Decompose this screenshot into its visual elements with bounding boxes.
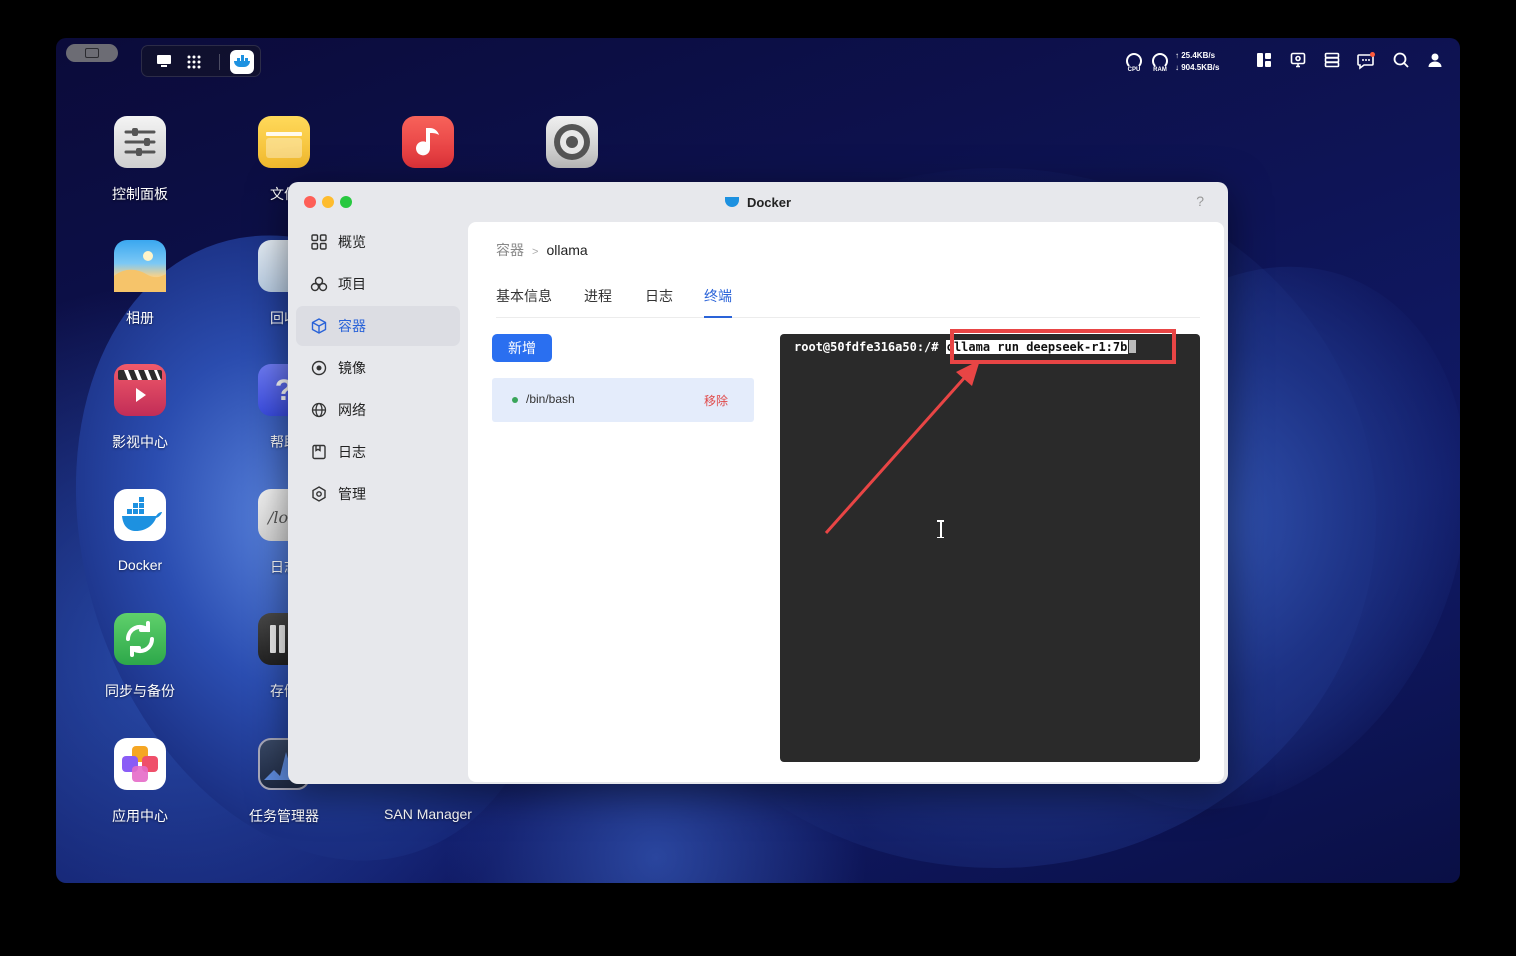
cpu-gauge-icon[interactable]: CPU [1124,52,1144,73]
terminal-prompt: root@50fdfe316a50:/# [794,340,939,354]
server-icon[interactable] [1323,52,1341,70]
help-button[interactable]: ? [1196,193,1204,209]
breadcrumb-separator: > [532,246,539,258]
message-icon[interactable] [1357,52,1375,70]
terminal-panel[interactable]: root@50fdfe316a50:/# ollama run deepseek… [780,334,1200,762]
desktop-icon[interactable] [156,54,172,72]
desktop-icon-label: 同步与备份 [105,683,175,699]
taskbar-group [141,45,261,77]
sidebar-item-label: 概览 [338,234,366,250]
desktop-icon-music[interactable] [373,116,483,168]
cpu-label: CPU [1127,67,1141,73]
desktop-icon-label: SAN Manager [384,806,472,822]
docker-whale-icon [234,55,250,67]
sidebar-item-network[interactable]: 网络 [296,390,460,430]
clapperboard-icon [114,364,166,416]
sidebar-item-logs[interactable]: 日志 [296,432,460,472]
tab-terminal[interactable]: 终端 [704,286,732,318]
photo-icon [114,240,166,292]
docker-whale-icon [114,489,166,541]
terminal-command: ollama run deepseek-r1:7b [945,340,1129,354]
sidebar-item-management[interactable]: 管理 [296,474,460,514]
divider [219,54,220,70]
new-session-button[interactable]: 新增 [492,334,552,362]
breadcrumb-current: ollama [546,242,588,258]
download-speed: ↓ 904.5KB/s [1175,63,1220,72]
sidebar-item-images[interactable]: 镜像 [296,348,460,388]
tab-logs[interactable]: 日志 [645,286,673,316]
docker-window: Docker ? 概览 项目 容器 镜像 网络 日志 管理 容器 > ollam… [288,182,1228,784]
grid-icon [310,233,328,251]
screen-toggle-pill[interactable] [66,44,118,62]
docker-taskbar-button[interactable] [230,50,254,74]
sidebar-item-label: 容器 [338,318,366,334]
ram-label: RAM [1153,67,1167,73]
sidebar-item-projects[interactable]: 项目 [296,264,460,304]
cube-icon [310,317,328,335]
app-grid-icon[interactable] [186,54,202,74]
user-icon[interactable] [1426,52,1444,70]
sync-icon [114,613,166,665]
sidebar-item-containers[interactable]: 容器 [296,306,460,346]
text-cursor-icon [936,520,945,538]
main-content: 容器 > ollama 基本信息 进程 日志 终端 新增 /bin/bash 移除 … [468,222,1224,782]
folder-icon [258,116,310,168]
desktop-icon-label: 影视中心 [112,434,168,450]
ram-gauge-icon[interactable]: RAM [1150,52,1170,73]
docker-whale-icon [724,197,739,207]
desktop-icon-sync-backup[interactable]: 同步与备份 [85,613,195,701]
breadcrumb: 容器 > ollama [496,240,588,260]
sidebar-item-label: 网络 [338,402,366,418]
svg-text:/lo: /lo [266,508,288,527]
terminal-cursor [1129,340,1137,353]
tab-basic-info[interactable]: 基本信息 [496,286,552,316]
disc-icon [310,359,328,377]
monitor-icon[interactable] [1289,52,1307,70]
sidebar-item-label: 日志 [338,444,366,460]
desktop: CPU RAM ↑ 25.4KB/s ↓ 904.5KB/s 控制面板 相册 影… [56,38,1460,883]
sidebar-item-overview[interactable]: 概览 [296,222,460,262]
remove-session-link[interactable]: 移除 [704,392,728,409]
layout-icon[interactable] [1255,52,1273,70]
terminal-line: root@50fdfe316a50:/# ollama run deepseek… [794,340,1137,354]
desktop-icon-label: Docker [117,557,163,573]
globe-icon [310,401,328,419]
desktop-icon-disk[interactable] [517,116,627,168]
status-dot [512,397,518,403]
desktop-icon-photos[interactable]: 相册 [85,240,195,328]
sidebar: 概览 项目 容器 镜像 网络 日志 管理 [296,222,460,516]
desktop-icon-label: 任务管理器 [249,808,319,824]
breadcrumb-parent[interactable]: 容器 [496,242,524,258]
log-icon [310,443,328,461]
sidebar-item-label: 镜像 [338,360,366,376]
settings-icon [310,485,328,503]
window-icon [85,48,99,58]
desktop-icon-app-center[interactable]: 应用中心 [85,738,195,826]
disk-icon [546,116,598,168]
music-note-icon [402,116,454,168]
session-name: /bin/bash [526,392,575,406]
window-titlebar[interactable]: Docker ? [288,182,1228,222]
app-center-icon [114,738,166,790]
sidebar-item-label: 管理 [338,486,366,502]
window-title: Docker [288,195,1228,210]
top-bar: CPU RAM ↑ 25.4KB/s ↓ 904.5KB/s [56,38,1460,86]
desktop-icon-label: 应用中心 [112,808,168,824]
search-icon[interactable] [1392,52,1410,70]
sidebar-item-label: 项目 [338,276,366,292]
terminal-session-item[interactable]: /bin/bash 移除 [492,378,754,422]
desktop-icon-label: 相册 [126,310,154,326]
desktop-icon-control-panel[interactable]: 控制面板 [85,116,195,204]
desktop-icon-video-center[interactable]: 影视中心 [85,364,195,452]
upload-speed: ↑ 25.4KB/s [1175,51,1216,60]
tab-bar: 基本信息 进程 日志 终端 [496,286,1200,318]
cluster-icon [310,275,328,293]
sliders-icon [114,116,166,168]
desktop-icon-label: 控制面板 [112,186,168,202]
desktop-icon-docker[interactable]: Docker [85,489,195,573]
tab-processes[interactable]: 进程 [584,286,612,316]
window-title-text: Docker [746,195,792,210]
